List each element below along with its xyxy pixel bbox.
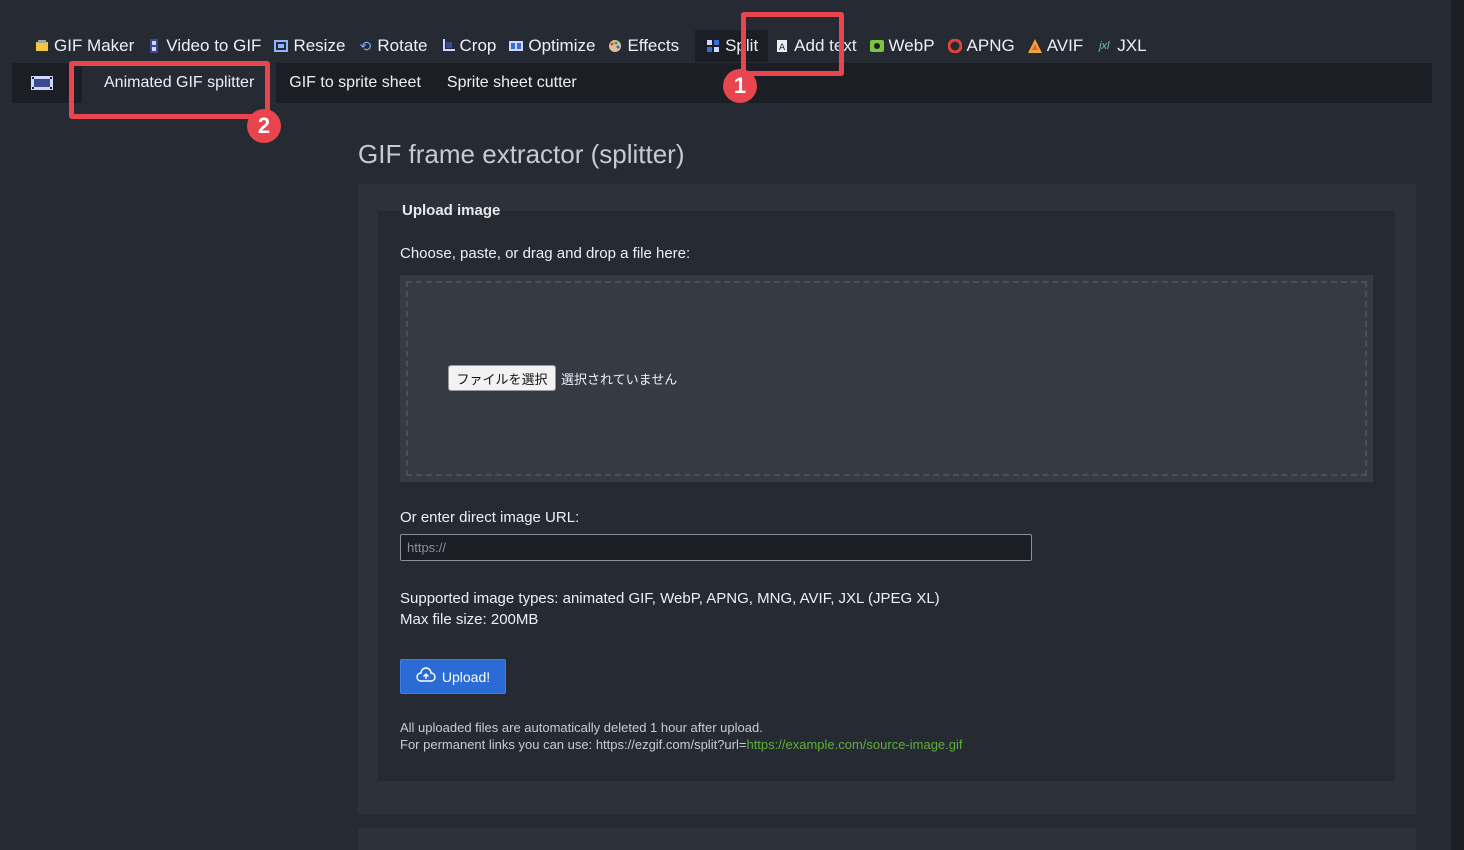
page-edge — [1451, 0, 1464, 850]
choose-file-button[interactable]: ファイルを選択 — [448, 365, 556, 391]
nav-label: Crop — [459, 36, 497, 55]
nav-jxl[interactable]: jxl JXL — [1089, 30, 1152, 62]
split-icon — [705, 38, 721, 54]
main-nav: GIF Maker Video to GIF Resize ⟲ Rotate C… — [28, 30, 1153, 62]
rotate-icon: ⟲ — [359, 37, 372, 54]
nav-label: JXL — [1117, 36, 1147, 55]
video-icon — [146, 38, 162, 54]
annotation-box-split — [741, 12, 844, 76]
annotation-box-splitter — [69, 61, 270, 119]
upload-button[interactable]: Upload! — [400, 659, 506, 694]
nav-optimize[interactable]: Optimize — [502, 30, 601, 62]
url-label: Or enter direct image URL: — [400, 509, 580, 526]
permanent-link-note: For permanent links you can use: https:/… — [400, 737, 963, 752]
subnav-gif-to-sprite-sheet[interactable]: GIF to sprite sheet — [276, 63, 434, 103]
max-file-size-text: Max file size: 200MB — [400, 611, 539, 628]
page-title: GIF frame extractor (splitter) — [358, 139, 685, 169]
nav-label: AVIF — [1046, 36, 1084, 55]
nav-webp[interactable]: WebP — [863, 30, 941, 62]
nav-video-to-gif[interactable]: Video to GIF — [140, 30, 267, 62]
upload-legend: Upload image — [402, 202, 501, 219]
subnav-sprite-sheet-cutter[interactable]: Sprite sheet cutter — [434, 63, 590, 103]
nav-avif[interactable]: AVIF — [1021, 30, 1090, 62]
nav-apng[interactable]: APNG — [941, 30, 1021, 62]
file-status-text: 選択されていません — [561, 373, 678, 388]
permanent-link-example[interactable]: https://example.com/source-image.gif — [746, 737, 962, 752]
webp-icon — [869, 38, 885, 54]
nav-label: Video to GIF — [166, 36, 262, 55]
apng-icon — [947, 38, 963, 54]
nav-label: APNG — [966, 36, 1015, 55]
nav-label: WebP — [888, 36, 935, 55]
nav-crop[interactable]: Crop — [434, 30, 503, 62]
image-url-input[interactable] — [400, 534, 1032, 561]
nav-label: Resize — [293, 36, 346, 55]
nav-resize[interactable]: Resize — [267, 30, 351, 62]
supported-types-text: Supported image types: animated GIF, Web… — [400, 590, 940, 607]
nav-label: GIF Maker — [54, 36, 135, 55]
choose-file-label: Choose, paste, or drag and drop a file h… — [400, 245, 691, 262]
jxl-icon: jxl — [1099, 40, 1110, 52]
nav-label: Effects — [627, 36, 680, 55]
palette-icon — [607, 38, 623, 54]
next-panel — [358, 828, 1416, 850]
resize-icon — [273, 38, 289, 54]
nav-label: Optimize — [528, 36, 596, 55]
avif-icon — [1027, 38, 1043, 54]
permanent-link-prefix: For permanent links you can use: https:/… — [400, 737, 747, 752]
nav-gif-maker[interactable]: GIF Maker — [28, 30, 140, 62]
gif-maker-icon — [34, 38, 50, 54]
annotation-step-2: 2 — [247, 109, 281, 143]
crop-icon — [440, 38, 456, 54]
nav-label: Rotate — [377, 36, 428, 55]
annotation-step-1: 1 — [723, 69, 757, 103]
cloud-upload-icon — [416, 667, 436, 686]
film-strip-icon — [12, 63, 72, 103]
auto-delete-note: All uploaded files are automatically del… — [400, 720, 763, 735]
nav-effects[interactable]: Effects — [601, 30, 685, 62]
nav-rotate[interactable]: ⟲ Rotate — [351, 30, 433, 62]
optimize-icon — [508, 38, 524, 54]
upload-button-label: Upload! — [441, 668, 491, 685]
